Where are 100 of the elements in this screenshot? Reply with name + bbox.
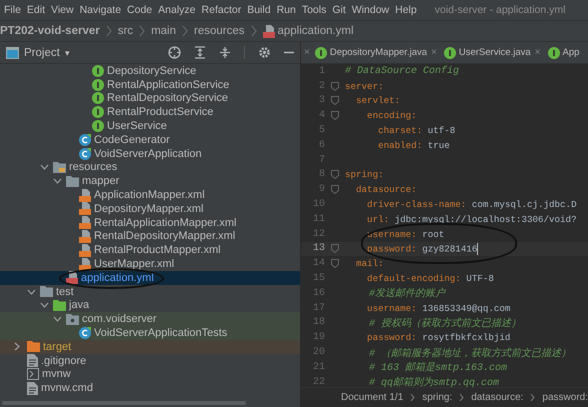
tree-item[interactable]: resources	[0, 160, 300, 174]
panel-title[interactable]: Project	[24, 46, 60, 58]
interface-icon	[314, 46, 327, 58]
file-icon	[27, 382, 38, 395]
fold-icon[interactable]	[331, 259, 339, 268]
chevron-down-icon[interactable]	[27, 288, 36, 295]
xml-file-icon	[79, 202, 91, 216]
tree-item[interactable]: java	[0, 298, 300, 312]
chevron-down-icon[interactable]	[40, 302, 49, 308]
tree-item[interactable]: RentalProductService	[0, 105, 300, 120]
tree-item[interactable]: DepositoryService	[0, 64, 300, 78]
code-line: servlet:	[355, 95, 400, 106]
tree-item[interactable]: VoidServerApplication	[0, 146, 300, 161]
breadcrumb[interactable]: Document 1/1	[341, 392, 404, 403]
breadcrumb[interactable]: datasource:	[471, 392, 524, 403]
line-number: 19	[312, 332, 325, 344]
breadcrumb[interactable]: resources	[194, 25, 244, 37]
menu-item[interactable]: Build	[247, 4, 271, 16]
class-icon	[79, 148, 91, 160]
tree-item[interactable]: com.voidserver	[0, 312, 300, 326]
line-number: 3	[318, 95, 325, 106]
tree-item[interactable]: mapper	[0, 174, 300, 188]
chevron-icon	[139, 25, 146, 37]
line-number: 14	[312, 258, 325, 270]
code-line: password: rosytfbkfcxlbjid	[366, 332, 510, 344]
line-number: 11	[312, 214, 325, 225]
fold-icon[interactable]	[331, 82, 339, 91]
tree-item[interactable]: RentalDepositoryMapper.xml	[0, 230, 300, 244]
menu-item[interactable]: Code	[127, 4, 152, 16]
breadcrumb[interactable]: spring:	[422, 392, 452, 403]
fold-icon[interactable]	[331, 244, 339, 254]
tree-item[interactable]: mvnw	[0, 368, 300, 382]
collapse-all-icon[interactable]	[219, 46, 231, 59]
tree-item[interactable]: UserMapper.xml	[0, 257, 300, 271]
menu-item[interactable]: Refactor	[202, 4, 242, 16]
breadcrumb[interactable]: application.yml	[278, 25, 354, 37]
tree-item[interactable]: DepositoryMapper.xml	[0, 202, 300, 216]
tree-item[interactable]: target	[0, 340, 300, 354]
menu-item[interactable]: View	[51, 4, 74, 16]
menu-item[interactable]: Git	[332, 4, 346, 16]
menu-item[interactable]: Analyze	[158, 4, 196, 16]
breadcrumb[interactable]: password:	[542, 392, 588, 403]
folder-icon	[66, 314, 79, 325]
tree-item[interactable]: VoidServerApplicationTests	[0, 326, 300, 340]
tree-item[interactable]: ApplicationMapper.xml	[0, 188, 300, 202]
breadcrumb[interactable]: main	[151, 25, 176, 37]
chevron-icon	[410, 393, 416, 402]
fold-icon[interactable]	[331, 170, 339, 180]
folder-icon	[53, 162, 66, 173]
menu-item[interactable]: Tools	[302, 4, 326, 16]
code-line: # （邮箱服务器地址，获取方式前文已描述）	[368, 346, 572, 360]
code-line: # 授权码（获取方式前文已描述）	[368, 316, 522, 330]
interface-icon	[92, 92, 104, 104]
line-number: 7	[318, 154, 325, 166]
tree-item[interactable]: RentalApplicationMapper.xml	[0, 216, 300, 230]
line-number: 21	[312, 362, 325, 373]
menu-item[interactable]: Window	[352, 4, 390, 16]
tree-item[interactable]: test	[0, 284, 300, 299]
locate-icon[interactable]	[168, 46, 181, 59]
chevron-icon	[182, 25, 188, 37]
menu-item[interactable]: File	[4, 4, 21, 16]
code-line: driver-class-name: com.mysql.cj.jdbc.D	[366, 199, 577, 210]
tree-item[interactable]: CodeGenerator	[0, 132, 300, 147]
fold-icon[interactable]	[331, 185, 339, 194]
code-line: password: gzy8281416	[366, 242, 478, 255]
menu-item[interactable]: Run	[276, 4, 296, 16]
chevron-down-icon[interactable]	[53, 316, 62, 322]
line-number: 6	[318, 140, 325, 151]
fold-icon[interactable]	[331, 111, 339, 120]
code-line: default-encoding: UTF-8	[366, 273, 494, 284]
chevron-down-icon[interactable]	[40, 164, 49, 170]
expand-all-icon[interactable]	[194, 46, 206, 59]
class-icon	[79, 134, 91, 146]
chevron-down-icon[interactable]	[53, 178, 62, 184]
tree-item[interactable]: UserService	[0, 119, 300, 133]
breadcrumb[interactable]: src	[118, 25, 134, 37]
chevron-right-icon[interactable]	[14, 342, 20, 352]
interface-icon	[92, 106, 104, 118]
editor-tab[interactable]: UserService.java ×	[438, 42, 543, 63]
tree-item[interactable]: RentalApplicationService	[0, 78, 300, 92]
fold-icon[interactable]	[331, 96, 339, 106]
dropdown-caret[interactable]: ▾	[64, 48, 70, 58]
tree-item[interactable]: mvnw.cmd	[0, 381, 300, 396]
code-line: username: 136853349@qq.com	[366, 302, 510, 314]
yml-file-icon	[66, 271, 78, 284]
tree-item[interactable]: RentalDepositoryService	[0, 92, 300, 106]
code-line: username: root	[366, 228, 444, 240]
line-number: 17	[312, 302, 325, 314]
tree-item[interactable]: RentalProductMapper.xml	[0, 243, 300, 258]
menu-item[interactable]: Navigate	[80, 4, 122, 16]
editor-tab[interactable]: DepositoryMapper.java ×	[310, 42, 439, 63]
chevron-icon	[106, 25, 112, 37]
line-number: 4	[318, 110, 325, 122]
settings-icon[interactable]	[258, 46, 271, 59]
editor-tab[interactable]: App	[542, 42, 582, 63]
line-number: 10	[312, 199, 325, 210]
menu-item[interactable]: Help	[395, 4, 417, 16]
tree-item[interactable]: .gitignore	[0, 354, 300, 368]
breadcrumb[interactable]: PT202-void-server	[0, 25, 100, 37]
menu-item[interactable]: Edit	[26, 4, 46, 16]
